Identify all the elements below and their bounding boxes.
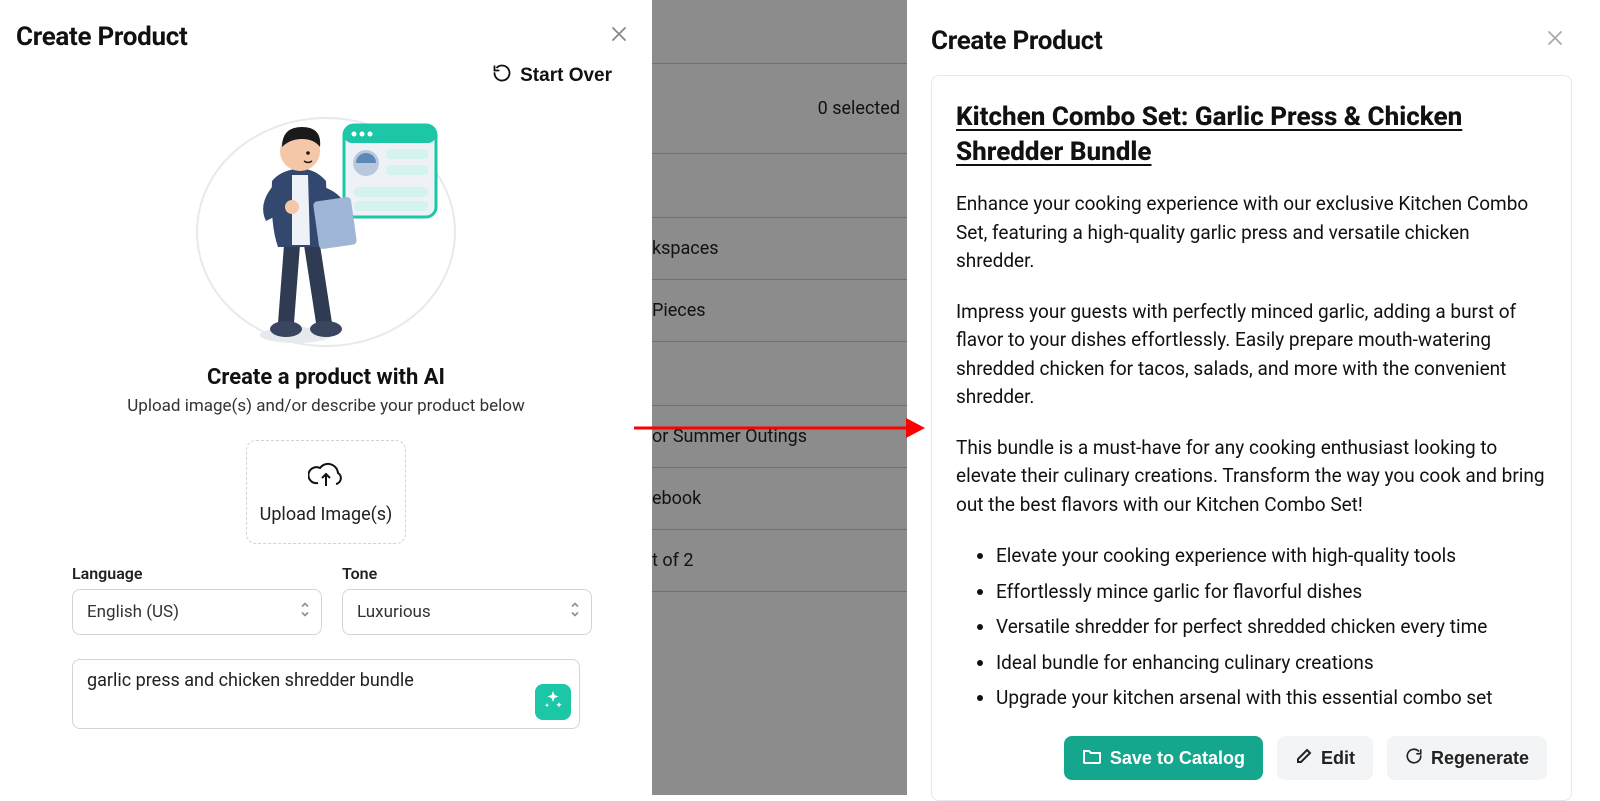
edit-label: Edit <box>1321 748 1355 769</box>
prompt-value: garlic press and chicken shredder bundle <box>87 670 414 691</box>
generated-output: Kitchen Combo Set: Garlic Press & Chicke… <box>931 75 1572 801</box>
save-label: Save to Catalog <box>1110 748 1245 769</box>
close-icon[interactable] <box>602 20 636 53</box>
annotation-arrow <box>630 408 925 448</box>
language-label: Language <box>72 564 322 583</box>
list-item: Upgrade your kitchen arsenal with this e… <box>996 683 1547 712</box>
product-bullets: Elevate your cooking experience with hig… <box>996 541 1547 712</box>
upload-cloud-icon <box>308 476 344 495</box>
save-to-catalog-button[interactable]: Save to Catalog <box>1064 736 1263 780</box>
pencil-icon <box>1295 747 1313 770</box>
regenerate-button[interactable]: Regenerate <box>1387 736 1547 780</box>
list-item: Ideal bundle for enhancing culinary crea… <box>996 648 1547 677</box>
edit-button[interactable]: Edit <box>1277 736 1373 780</box>
refresh-icon <box>1405 747 1423 770</box>
product-paragraph: This bundle is a must-have for any cooki… <box>956 434 1547 520</box>
list-item: Effortlessly mince garlic for flavorful … <box>996 577 1547 606</box>
panel-title: Create Product <box>16 22 187 52</box>
list-item: Versatile shredder for perfect shredded … <box>996 612 1547 641</box>
backdrop-overlay <box>652 0 907 795</box>
product-title: Kitchen Combo Set: Garlic Press & Chicke… <box>956 100 1547 170</box>
create-product-panel-input: Create Product Start Over <box>0 0 652 795</box>
tone-select[interactable]: Luxurious <box>342 589 592 635</box>
ai-title: Create a product with AI <box>16 365 636 390</box>
illustration <box>196 95 456 355</box>
upload-images-button[interactable]: Upload Image(s) <box>246 440 406 544</box>
ai-subtitle: Upload image(s) and/or describe your pro… <box>16 396 636 416</box>
folder-icon <box>1082 747 1102 770</box>
generate-button[interactable] <box>535 684 571 720</box>
panel-title: Create Product <box>931 26 1102 56</box>
product-paragraph: Impress your guests with perfectly mince… <box>956 298 1547 412</box>
regenerate-label: Regenerate <box>1431 748 1529 769</box>
tone-label: Tone <box>342 564 592 583</box>
list-item: Elevate your cooking experience with hig… <box>996 541 1547 570</box>
product-paragraph: Enhance your cooking experience with our… <box>956 190 1547 276</box>
updown-caret-icon <box>569 601 581 624</box>
start-over-button[interactable]: Start Over <box>492 63 612 89</box>
prompt-input[interactable]: garlic press and chicken shredder bundle <box>72 659 580 729</box>
language-value: English (US) <box>87 602 179 622</box>
language-select[interactable]: English (US) <box>72 589 322 635</box>
create-product-panel-output: Create Product Kitchen Combo Set: Garlic… <box>907 0 1600 795</box>
start-over-label: Start Over <box>520 65 612 87</box>
upload-label: Upload Image(s) <box>257 503 395 527</box>
sparkle-icon <box>543 690 563 714</box>
tone-value: Luxurious <box>357 602 431 622</box>
updown-caret-icon <box>299 601 311 624</box>
refresh-icon <box>492 63 512 89</box>
close-icon[interactable] <box>1538 24 1572 57</box>
